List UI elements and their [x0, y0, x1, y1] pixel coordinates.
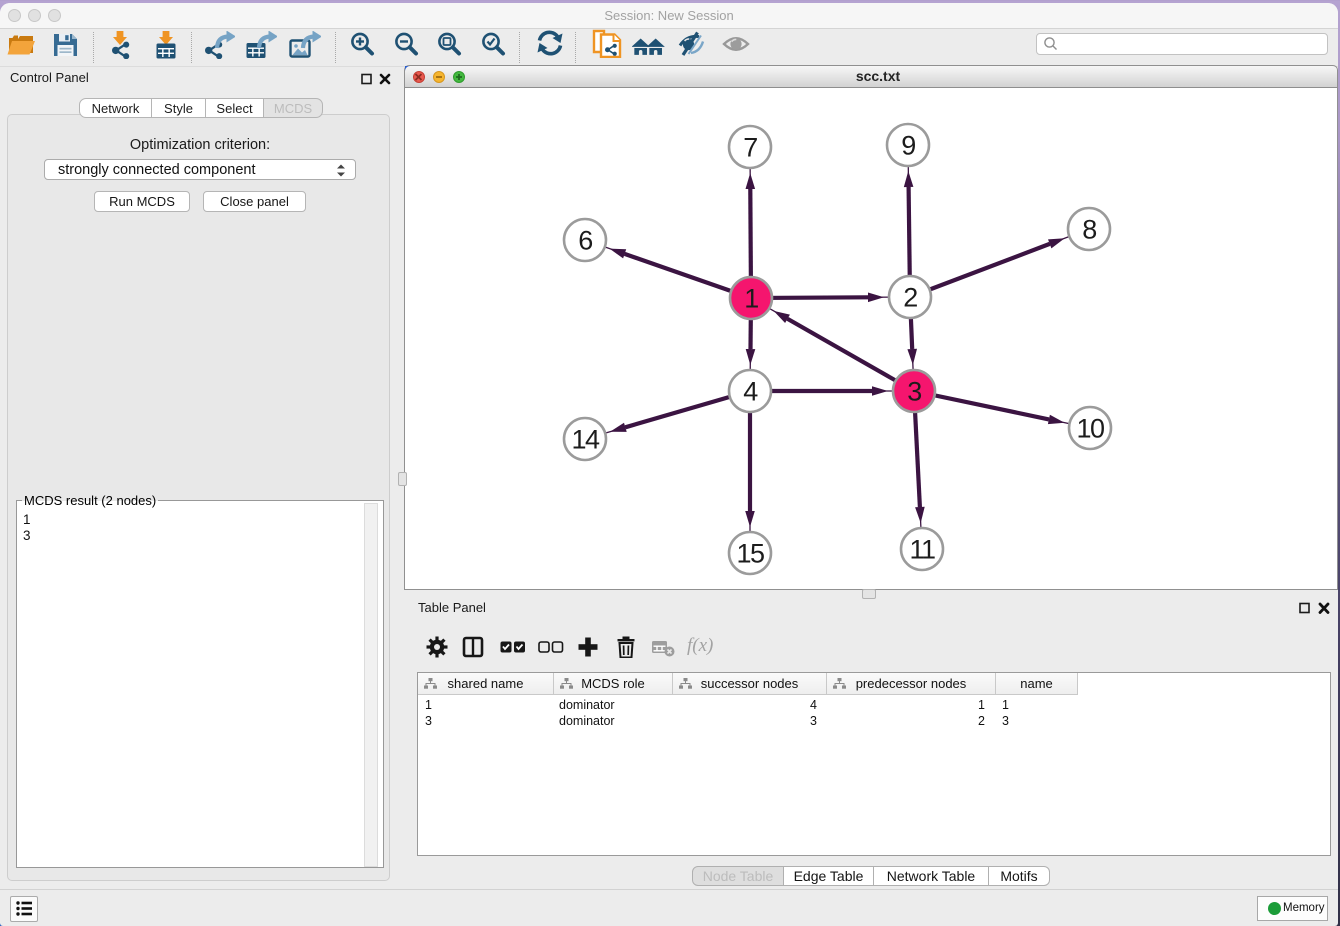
svg-text:14: 14: [571, 425, 600, 455]
svg-text:15: 15: [736, 539, 764, 569]
svg-text:2: 2: [903, 283, 917, 313]
svg-text:9: 9: [901, 131, 915, 161]
svg-text:3: 3: [907, 377, 921, 407]
svg-text:11: 11: [909, 535, 935, 565]
svg-text:7: 7: [743, 133, 757, 163]
svg-text:6: 6: [578, 226, 592, 256]
svg-text:1: 1: [744, 284, 758, 314]
svg-text:4: 4: [743, 377, 758, 407]
svg-text:10: 10: [1076, 414, 1104, 444]
svg-text:8: 8: [1082, 215, 1096, 245]
